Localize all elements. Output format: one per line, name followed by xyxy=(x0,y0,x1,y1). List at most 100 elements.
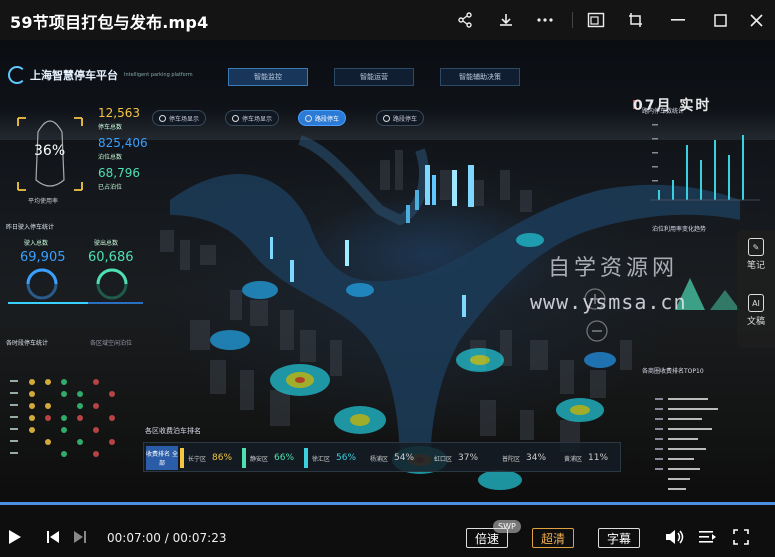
ranking-name: 黄浦区 xyxy=(564,455,583,463)
pin-on-top-icon[interactable] xyxy=(622,6,650,34)
quality-button[interactable]: 超清 xyxy=(532,528,575,548)
ai-doc-icon: AI xyxy=(748,294,764,312)
video-player-window: 59节项目打包与发布.mp4 上海智慧停车平台 Intelligent park… xyxy=(0,0,775,557)
ranking-item: 长宁区 86% xyxy=(180,448,232,468)
notes-label: 笔记 xyxy=(746,261,765,271)
pill-label: 路段停车 xyxy=(315,115,340,123)
maximize-icon[interactable] xyxy=(706,6,734,34)
ai-doc-label: 文稿 xyxy=(746,317,765,327)
pill-dot-icon xyxy=(383,114,390,122)
ranking-item: 普陀区 34% xyxy=(502,448,546,468)
usage-rate: 36% xyxy=(34,143,66,159)
ranking-item: 杨浦区 54% xyxy=(370,448,414,468)
filter-pill-1: 停车场显示 xyxy=(152,110,207,126)
volume-icon xyxy=(666,530,684,544)
dashboard-logo: 上海智慧停车平台 Intelligent parking platform xyxy=(8,66,193,84)
dashboard-tab-monitor: 智能监控 xyxy=(228,68,308,86)
play-button[interactable] xyxy=(8,526,22,548)
flow-out-label: 驶出总数 xyxy=(94,240,119,247)
stat-value-2: 825,406 xyxy=(98,136,148,150)
skip-next-icon xyxy=(74,531,86,543)
flow-in-value: 69,905 xyxy=(20,250,66,265)
ranking-name: 长宁区 xyxy=(188,455,207,463)
notes-button[interactable]: ✎ 笔记 xyxy=(737,238,775,271)
watermark-url: www.ysmsa.cn xyxy=(530,290,687,314)
ranking-name: 静安区 xyxy=(250,455,269,463)
previous-button[interactable] xyxy=(46,526,60,548)
right-rank-title: 各商圈收费排名TOP10 xyxy=(642,368,704,375)
window-title: 59节项目打包与发布.mp4 xyxy=(10,13,209,32)
subtitle-button[interactable]: 字幕 xyxy=(598,528,641,548)
side-tools-panel: ✎ 笔记 AI 文稿 xyxy=(737,230,775,348)
minimize-icon[interactable] xyxy=(664,6,692,34)
grid-section-title: 各时段停车统计 xyxy=(6,340,49,347)
stat-label-1: 停车总数 xyxy=(98,124,123,131)
ranking-name: 杨浦区 xyxy=(370,455,389,463)
pill-dot-icon xyxy=(305,114,312,122)
ranking-pct: 54% xyxy=(394,453,415,463)
right-chart-title: 路内停车数统计 xyxy=(642,108,685,115)
title-bar-divider xyxy=(572,12,573,28)
ranking-pct: 37% xyxy=(458,453,479,463)
download-icon[interactable] xyxy=(492,6,520,34)
flow-section-title: 昨日驶入停车统计 xyxy=(6,224,55,231)
next-button[interactable] xyxy=(73,526,87,548)
ranking-item: 虹口区 37% xyxy=(434,448,478,468)
fullscreen-icon xyxy=(733,529,749,545)
stat-label-3: 已占泊位 xyxy=(98,184,123,191)
ranking-name: 普陀区 xyxy=(502,455,521,463)
stat-value-3: 68,796 xyxy=(98,166,140,180)
pill-label: 路段停车 xyxy=(393,115,418,123)
watermark-text: 自学资源网 xyxy=(548,256,679,281)
ranking-item: 黄浦区 11% xyxy=(564,448,608,468)
ranking-item: 静安区 66% xyxy=(242,448,294,468)
ranking-head: 收费排名 全部 xyxy=(146,446,178,470)
close-icon[interactable] xyxy=(742,6,770,34)
ranking-marker xyxy=(180,448,184,468)
share-icon[interactable] xyxy=(451,6,479,34)
skip-previous-icon xyxy=(47,531,59,543)
pill-label: 停车场显示 xyxy=(242,115,273,123)
player-controls: 00:07:00 / 00:07:23 SWP 倍速 超清 字幕 xyxy=(0,502,775,557)
pill-dot-icon xyxy=(232,114,239,122)
dashboard-subtitle: Intelligent parking platform xyxy=(124,72,193,78)
ranking-marker xyxy=(242,448,246,468)
play-icon xyxy=(9,530,21,544)
ranking-pct: 11% xyxy=(588,453,609,463)
speed-button[interactable]: 倍速 xyxy=(466,528,509,548)
ranking-marker xyxy=(304,448,308,468)
pill-dot-icon xyxy=(159,114,166,122)
mini-window-icon[interactable] xyxy=(582,6,610,34)
filter-pill-4: 路段停车 xyxy=(376,110,425,126)
logo-ring-icon xyxy=(8,66,26,84)
pill-label: 停车场显示 xyxy=(169,115,200,123)
dashboard-tab-decision: 智能辅助决策 xyxy=(440,68,520,86)
ranking-title: 各区收费泊车排名 xyxy=(145,427,201,435)
ranking-name: 徐汇区 xyxy=(312,455,331,463)
ranking-pct: 34% xyxy=(526,453,547,463)
more-icon[interactable] xyxy=(531,6,559,34)
volume-button[interactable] xyxy=(665,526,685,548)
usage-rate-label: 平均使用率 xyxy=(28,198,59,205)
playback-time: 00:07:00 / 00:07:23 xyxy=(107,531,227,545)
filter-pill-2: 停车场显示 xyxy=(225,110,280,126)
right-trend-title: 泊位利用率变化趋势 xyxy=(652,226,707,233)
ai-doc-button[interactable]: AI 文稿 xyxy=(737,294,775,327)
dashboard-tab-operation: 智能运营 xyxy=(334,68,414,86)
ranking-name: 虹口区 xyxy=(434,455,453,463)
stat-label-2: 泊位总数 xyxy=(98,154,123,161)
stat-value-1: 12,563 xyxy=(98,106,140,120)
filter-pill-3: 路段停车 xyxy=(298,110,347,126)
ranking-pct: 66% xyxy=(274,453,295,463)
playlist-button[interactable] xyxy=(699,526,717,548)
video-frame[interactable]: 上海智慧停车平台 Intelligent parking platform 智能… xyxy=(0,40,775,502)
progress-bar[interactable] xyxy=(0,502,775,505)
ranking-item: 徐汇区 56% xyxy=(304,448,356,468)
grid-section-subtitle: 各区域空闲泊位 xyxy=(90,340,133,347)
dashboard-title: 上海智慧停车平台 xyxy=(30,69,118,82)
flow-out-value: 60,686 xyxy=(88,250,134,265)
ranking-pct: 56% xyxy=(336,453,357,463)
note-icon: ✎ xyxy=(748,238,764,256)
title-bar: 59节项目打包与发布.mp4 xyxy=(0,0,775,40)
fullscreen-button[interactable] xyxy=(733,526,749,548)
